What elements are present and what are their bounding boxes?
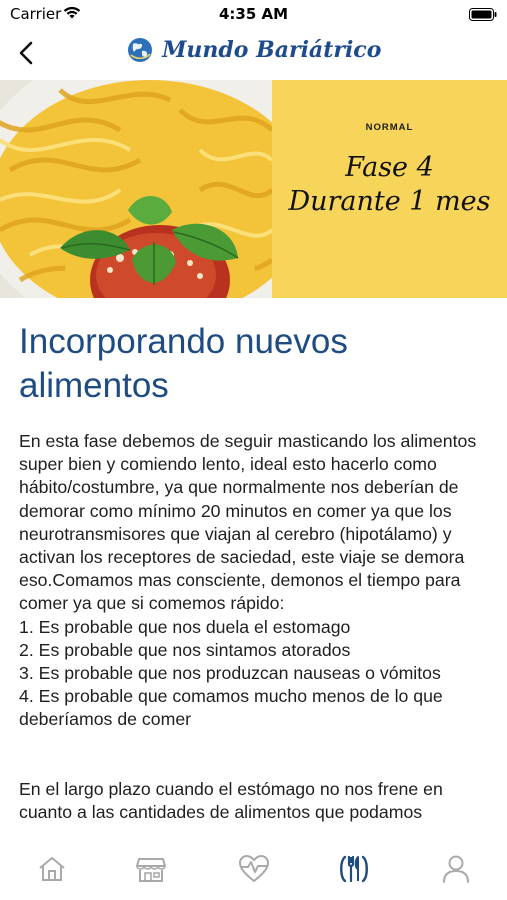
- home-icon: [39, 857, 65, 881]
- list-item: 2. Es probable que nos sintamos atorados: [19, 639, 351, 660]
- list-item: 4. Es probable que comamos mucho menos d…: [19, 686, 443, 730]
- tab-home[interactable]: [34, 851, 70, 887]
- restaurant-icon: [340, 855, 368, 883]
- clock-time: 4:35 AM: [218, 5, 289, 23]
- article-intro: En esta fase debemos de seguir masticand…: [19, 431, 477, 614]
- tab-health[interactable]: [236, 851, 272, 887]
- article-body: En esta fase debemos de seguir masticand…: [19, 430, 499, 842]
- app-title: Mundo Bariátrico: [162, 37, 382, 63]
- heartbeat-icon: [238, 854, 270, 883]
- phase-tag: NORMAL: [365, 122, 414, 133]
- list-item: 3. Es probable que nos produzcan nauseas…: [19, 663, 441, 684]
- battery-icon: [469, 7, 497, 25]
- tab-bar: [0, 843, 507, 900]
- navigation-bar: Mundo Bariátrico: [0, 30, 507, 76]
- tab-profile[interactable]: [438, 851, 474, 887]
- phase-title: Fase 4: [345, 152, 434, 183]
- list-item: 1. Es probable que nos duela el estomago: [19, 616, 351, 637]
- hero-banner: NORMAL Fase 4 Durante 1 mes: [0, 80, 507, 298]
- phase-duration: Durante 1 mes: [288, 186, 491, 217]
- globe-icon: [126, 36, 154, 64]
- profile-icon: [443, 855, 469, 883]
- store-icon: [136, 858, 166, 882]
- tab-food[interactable]: [336, 851, 372, 887]
- article-closing: En el largo plazo cuando el estómago no …: [19, 778, 443, 822]
- pasta-dish-image: [0, 80, 272, 298]
- article-title: Incorporando nuevos alimentos: [19, 322, 348, 405]
- status-bar: Carrier 4:35 AM: [0, 0, 507, 30]
- phase-info-panel: NORMAL Fase 4 Durante 1 mes: [272, 80, 507, 298]
- app-logo: Mundo Bariátrico: [0, 36, 507, 66]
- tab-store[interactable]: [133, 851, 169, 887]
